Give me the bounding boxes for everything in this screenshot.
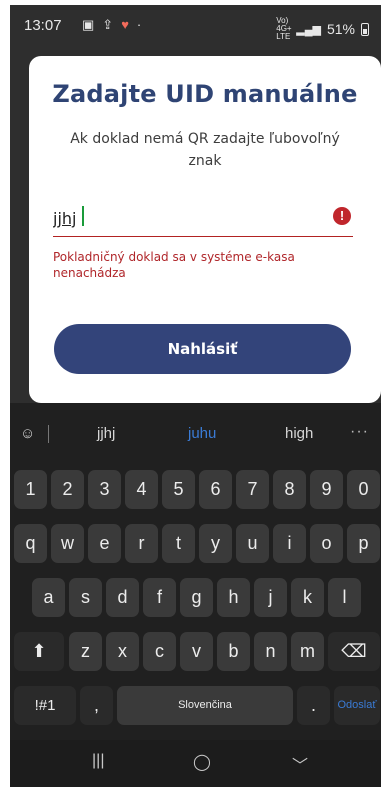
key-0[interactable]: 0 [347, 470, 380, 509]
submit-button[interactable]: Nahlásiť [54, 324, 351, 374]
more-icon[interactable]: ··· [350, 423, 369, 441]
status-bar: 13:07 ▣ ⇪ ♥ · Vo) 4G+ LTE ▂▄▆ 51% [10, 5, 381, 43]
signal-icon: ▂▄▆ [296, 23, 321, 36]
key-q[interactable]: q [14, 524, 47, 563]
key-j[interactable]: j [254, 578, 287, 617]
key-c[interactable]: c [143, 632, 176, 671]
suggestion-bar: ☺ jjhj juhu high ··· [10, 403, 381, 461]
backspace-icon: ⌫ [341, 641, 367, 661]
key-2[interactable]: 2 [51, 470, 84, 509]
status-time: 13:07 [24, 17, 62, 34]
key-d[interactable]: d [106, 578, 139, 617]
key-k[interactable]: k [291, 578, 324, 617]
key-w[interactable]: w [51, 524, 84, 563]
heart-icon: ♥ [121, 17, 129, 32]
key-m[interactable]: m [291, 632, 324, 671]
key-y[interactable]: y [199, 524, 232, 563]
comma-key[interactable]: , [80, 686, 113, 725]
backspace-key[interactable]: ⌫ [328, 632, 380, 671]
back-icon[interactable]: ﹀ [292, 752, 308, 776]
key-b[interactable]: b [217, 632, 250, 671]
navigation-bar: ||| ◯ ﹀ [10, 740, 381, 787]
suggestion-item[interactable]: high [285, 425, 313, 442]
key-l[interactable]: l [328, 578, 361, 617]
key-t[interactable]: t [162, 524, 195, 563]
notification-icons: ▣ ⇪ ♥ · [82, 17, 141, 33]
shift-key[interactable]: ⬆ [14, 632, 64, 671]
key-5[interactable]: 5 [162, 470, 195, 509]
key-6[interactable]: 6 [199, 470, 232, 509]
home-icon[interactable]: ◯ [193, 752, 211, 772]
battery-icon [361, 22, 369, 36]
symbols-key[interactable]: !#1 [14, 686, 76, 725]
key-o[interactable]: o [310, 524, 343, 563]
key-u[interactable]: u [236, 524, 269, 563]
shift-icon: ⬆ [31, 641, 47, 661]
uid-input[interactable] [53, 201, 353, 237]
key-a[interactable]: a [32, 578, 65, 617]
dialog-title: Zadajte UID manuálne [52, 80, 358, 108]
key-f[interactable]: f [143, 578, 176, 617]
phone-screen: 13:07 ▣ ⇪ ♥ · Vo) 4G+ LTE ▂▄▆ 51% Zadajt… [10, 5, 381, 787]
key-s[interactable]: s [69, 578, 102, 617]
dialog-subtitle: Ak doklad nemá QR zadajte ľubovoľný znak [70, 131, 340, 169]
key-n[interactable]: n [254, 632, 287, 671]
key-h[interactable]: h [217, 578, 250, 617]
suggestion-item[interactable]: juhu [188, 425, 216, 442]
battery-percent: 51% [326, 21, 355, 37]
key-r[interactable]: r [125, 524, 158, 563]
status-right: Vo) 4G+ LTE ▂▄▆ 51% [276, 17, 369, 41]
emoji-toggle-icon[interactable]: ☺ [20, 425, 36, 442]
dot-icon: · [136, 17, 142, 32]
key-i[interactable]: i [273, 524, 306, 563]
key-z[interactable]: z [69, 632, 102, 671]
divider [48, 425, 49, 443]
key-p[interactable]: p [347, 524, 380, 563]
key-1[interactable]: 1 [14, 470, 47, 509]
network-label: Vo) 4G+ LTE [276, 16, 292, 41]
key-x[interactable]: x [106, 632, 139, 671]
uid-dialog: Zadajte UID manuálne Ak doklad nemá QR z… [29, 56, 381, 403]
key-9[interactable]: 9 [310, 470, 343, 509]
period-key[interactable]: . [297, 686, 330, 725]
image-icon: ▣ [82, 17, 95, 32]
error-icon: ! [333, 207, 351, 225]
suggestion-item[interactable]: jjhj [97, 425, 115, 442]
recent-apps-icon[interactable]: ||| [92, 752, 104, 770]
space-key[interactable]: Slovenčina [117, 686, 293, 725]
error-message: Pokladničný doklad sa v systéme e-kasa n… [53, 250, 295, 280]
key-4[interactable]: 4 [125, 470, 158, 509]
upload-icon: ⇪ [102, 17, 114, 32]
key-3[interactable]: 3 [88, 470, 121, 509]
text-caret [82, 206, 84, 226]
key-8[interactable]: 8 [273, 470, 306, 509]
key-e[interactable]: e [88, 524, 121, 563]
key-g[interactable]: g [180, 578, 213, 617]
keyboard: ☺ jjhj juhu high ··· 1 2 3 4 5 6 7 8 9 0… [10, 403, 381, 787]
send-key[interactable]: Odoslať [334, 686, 380, 725]
key-v[interactable]: v [180, 632, 213, 671]
key-7[interactable]: 7 [236, 470, 269, 509]
